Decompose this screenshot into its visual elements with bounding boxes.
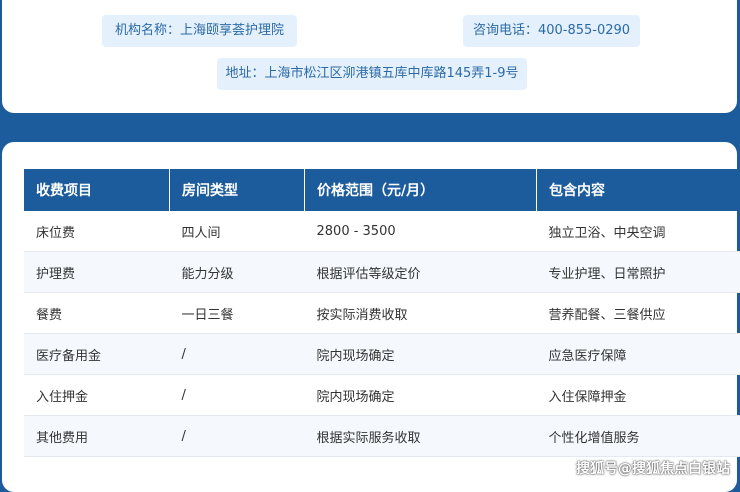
cell-price-range: 根据评估等级定价 bbox=[305, 252, 537, 293]
cell-included: 应急医疗保障 bbox=[537, 334, 740, 375]
cell-fee-item: 入住押金 bbox=[24, 375, 170, 416]
header-included: 包含内容 bbox=[537, 169, 740, 211]
cell-fee-item: 医疗备用金 bbox=[24, 334, 170, 375]
cell-included: 营养配餐、三餐供应 bbox=[537, 293, 740, 334]
cell-price-range: 2800 - 3500 bbox=[305, 211, 537, 252]
cell-fee-item: 其他费用 bbox=[24, 416, 170, 457]
fee-table-card: 收费项目 房间类型 价格范围（元/月） 包含内容 床位费 四人间 2800 - … bbox=[2, 142, 737, 492]
institution-name-label: 机构名称：上海颐享荟护理院 bbox=[102, 15, 297, 47]
table-row: 医疗备用金 / 院内现场确定 应急医疗保障 bbox=[24, 334, 740, 375]
table-row: 其他费用 / 根据实际服务收取 个性化增值服务 bbox=[24, 416, 740, 457]
cell-fee-item: 床位费 bbox=[24, 211, 170, 252]
table-row: 入住押金 / 院内现场确定 入住保障押金 bbox=[24, 375, 740, 416]
cell-room-type: 一日三餐 bbox=[170, 293, 305, 334]
cell-price-range: 按实际消费收取 bbox=[305, 293, 537, 334]
cell-room-type: 四人间 bbox=[170, 211, 305, 252]
address-label: 地址：上海市松江区泖港镇五库中库路145弄1-9号 bbox=[217, 58, 527, 90]
header-fee-item: 收费项目 bbox=[24, 169, 170, 211]
cell-room-type: 能力分级 bbox=[170, 252, 305, 293]
cell-room-type: / bbox=[170, 334, 305, 375]
fee-table: 收费项目 房间类型 价格范围（元/月） 包含内容 床位费 四人间 2800 - … bbox=[24, 169, 740, 457]
table-header-row: 收费项目 房间类型 价格范围（元/月） 包含内容 bbox=[24, 169, 740, 211]
consult-phone-label[interactable]: 咨询电话：400-855-0290 bbox=[463, 15, 640, 47]
cell-included: 专业护理、日常照护 bbox=[537, 252, 740, 293]
cell-fee-item: 餐费 bbox=[24, 293, 170, 334]
cell-price-range: 院内现场确定 bbox=[305, 334, 537, 375]
cell-room-type: / bbox=[170, 416, 305, 457]
source-watermark: 搜狐号@搜狐焦点白银站 bbox=[576, 458, 730, 478]
institution-info-card: 机构名称：上海颐享荟护理院 咨询电话：400-855-0290 地址：上海市松江… bbox=[2, 0, 737, 113]
header-price-range: 价格范围（元/月） bbox=[305, 169, 537, 211]
table-row: 床位费 四人间 2800 - 3500 独立卫浴、中央空调 bbox=[24, 211, 740, 252]
cell-price-range: 根据实际服务收取 bbox=[305, 416, 537, 457]
cell-fee-item: 护理费 bbox=[24, 252, 170, 293]
cell-included: 入住保障押金 bbox=[537, 375, 740, 416]
table-row: 护理费 能力分级 根据评估等级定价 专业护理、日常照护 bbox=[24, 252, 740, 293]
cell-room-type: / bbox=[170, 375, 305, 416]
header-room-type: 房间类型 bbox=[170, 169, 305, 211]
cell-included: 独立卫浴、中央空调 bbox=[537, 211, 740, 252]
cell-price-range: 院内现场确定 bbox=[305, 375, 537, 416]
cell-included: 个性化增值服务 bbox=[537, 416, 740, 457]
table-row: 餐费 一日三餐 按实际消费收取 营养配餐、三餐供应 bbox=[24, 293, 740, 334]
